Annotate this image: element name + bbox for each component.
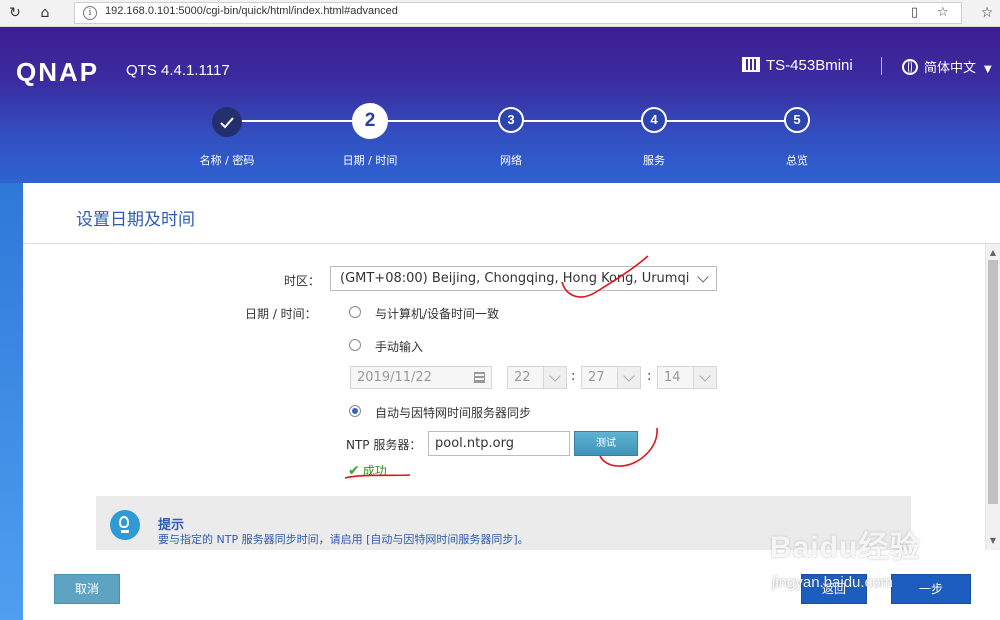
chevron-down-icon[interactable] <box>697 271 709 283</box>
caret-down-icon[interactable]: ▼ <box>984 64 992 75</box>
globe-icon <box>902 59 918 75</box>
page-title: 设置日期及时间 <box>76 210 195 230</box>
time-separator: : <box>571 369 576 384</box>
radio-manual[interactable] <box>349 339 361 351</box>
step-3-circle: 3 <box>498 107 524 133</box>
chevron-down-icon[interactable] <box>699 370 711 382</box>
reload-icon[interactable]: ↻ <box>4 3 26 23</box>
second-select[interactable]: 14 <box>657 366 717 389</box>
step-1-label: 名称 / 密码 <box>199 154 255 167</box>
timezone-label: 时区： <box>284 274 321 288</box>
radio-ntp-sync[interactable] <box>349 405 361 417</box>
step-5-circle: 5 <box>784 107 810 133</box>
calendar-icon[interactable] <box>474 372 485 383</box>
step-connector <box>227 120 370 122</box>
language-label[interactable]: 简体中文 <box>924 61 976 76</box>
favorites-icon[interactable]: ☆ <box>976 3 998 23</box>
nas-device-icon <box>742 57 760 72</box>
language-selector[interactable]: 简体中文 ▼ <box>902 57 992 76</box>
watermark-url: jingyan.baidu.com <box>772 574 893 591</box>
minute-dropdown-button[interactable] <box>617 367 640 388</box>
os-version: QTS 4.4.1.1117 <box>126 62 230 79</box>
second-value[interactable]: 14 <box>664 370 681 385</box>
scroll-thumb[interactable] <box>988 260 998 504</box>
step-3-label: 网络 <box>500 154 522 167</box>
reader-icon[interactable]: ▯ <box>911 5 918 20</box>
browser-toolbar: ↻ ⌂ i 192.168.0.101:5000/cgi-bin/quick/h… <box>0 0 1000 27</box>
second-dropdown-button[interactable] <box>693 367 716 388</box>
hour-select[interactable]: 22 <box>507 366 567 389</box>
chevron-down-icon[interactable] <box>549 370 561 382</box>
watermark-logo: Baidu经验 <box>770 531 921 564</box>
minute-select[interactable]: 27 <box>581 366 641 389</box>
step-connector <box>370 120 511 122</box>
star-icon[interactable]: ☆ <box>937 5 949 20</box>
url-text[interactable]: 192.168.0.101:5000/cgi-bin/quick/html/in… <box>105 5 398 17</box>
address-bar[interactable]: i 192.168.0.101:5000/cgi-bin/quick/html/… <box>74 2 962 24</box>
minute-value[interactable]: 27 <box>588 370 605 385</box>
ntp-server-value[interactable]: pool.ntp.org <box>435 436 514 451</box>
step-connector <box>654 120 797 122</box>
background-strip <box>0 183 23 620</box>
step-2-circle: 2 <box>352 103 388 139</box>
step-4-circle: 4 <box>641 107 667 133</box>
home-icon[interactable]: ⌂ <box>34 3 56 23</box>
step-5-label: 总览 <box>786 154 808 167</box>
step-2-label: 日期 / 时间 <box>342 154 398 167</box>
ntp-server-label: NTP 服务器： <box>346 438 422 452</box>
timezone-value[interactable]: (GMT+08:00) Beijing, Chongqing, Hong Kon… <box>340 271 689 286</box>
header-divider <box>881 57 882 75</box>
chevron-down-icon[interactable] <box>623 370 635 382</box>
ntp-server-input[interactable]: pool.ntp.org <box>428 431 570 456</box>
wizard-header: QNAP QTS 4.4.1.1117 TS-453Bmini 简体中文 ▼ 2 … <box>0 27 1000 183</box>
timezone-select[interactable]: (GMT+08:00) Beijing, Chongqing, Hong Kon… <box>330 266 717 291</box>
info-icon[interactable]: i <box>83 6 97 20</box>
date-field[interactable]: 2019/11/22 <box>350 366 492 389</box>
hint-text: 要与指定的 NTP 服务器同步时间，请启用 [自动与因特网时间服务器同步]。 <box>158 533 529 546</box>
scroll-down-icon[interactable]: ▼ <box>986 534 1000 548</box>
step-4-label: 服务 <box>643 154 665 167</box>
panel-header: 设置日期及时间 <box>23 183 1000 244</box>
lightbulb-icon <box>110 510 140 540</box>
ntp-sync-label[interactable]: 自动与因特网时间服务器同步 <box>375 404 531 421</box>
scroll-up-icon[interactable]: ▲ <box>986 246 1000 260</box>
test-button[interactable]: 测试 <box>574 431 638 456</box>
step-connector <box>511 120 654 122</box>
qnap-logo: QNAP <box>16 57 100 87</box>
datetime-label: 日期 / 时间： <box>245 307 317 321</box>
status-message: ✔ 成功 <box>348 462 387 479</box>
manual-label[interactable]: 手动输入 <box>375 338 423 355</box>
date-value[interactable]: 2019/11/22 <box>357 370 432 385</box>
device-label: TS-453Bmini <box>766 57 853 74</box>
cancel-button[interactable]: 取消 <box>54 574 120 604</box>
success-check-icon: ✔ <box>348 463 360 479</box>
time-separator: : <box>647 369 652 384</box>
sync-computer-label[interactable]: 与计算机/设备时间一致 <box>375 305 499 322</box>
scrollbar[interactable]: ▲ ▼ <box>985 244 1000 550</box>
radio-sync-computer[interactable] <box>349 306 361 318</box>
hour-value[interactable]: 22 <box>514 370 531 385</box>
step-1-circle <box>212 107 242 137</box>
status-text: 成功 <box>362 464 387 478</box>
next-button[interactable]: 一步 <box>891 574 971 604</box>
check-icon <box>220 117 234 129</box>
hour-dropdown-button[interactable] <box>543 367 566 388</box>
device-name: TS-453Bmini <box>742 57 853 74</box>
